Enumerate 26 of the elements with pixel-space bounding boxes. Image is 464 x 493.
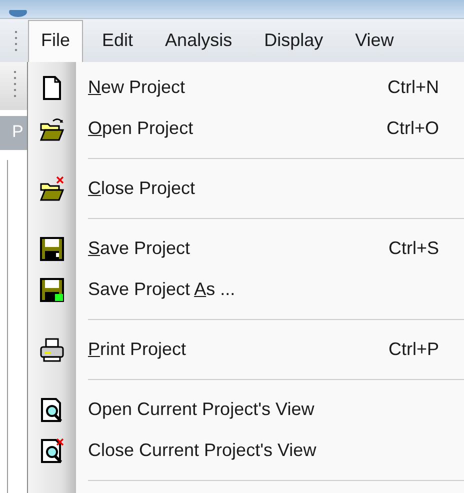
floppy-disk-add-icon <box>39 276 65 302</box>
shortcut-text: Ctrl+O <box>386 118 439 139</box>
menu-item[interactable]: Open Current Project's View <box>28 389 464 430</box>
menu-bar-item[interactable]: Analysis <box>152 20 246 62</box>
menu-item[interactable]: Save Project Ctrl+S <box>28 228 464 269</box>
menu-bar-item[interactable]: Edit <box>89 20 146 62</box>
grip-handle-icon[interactable] <box>13 70 17 98</box>
open-folder-icon <box>39 116 65 142</box>
menu-item[interactable]: Close Current Project's View <box>28 430 464 471</box>
shortcut-text: Ctrl+N <box>387 77 439 98</box>
menu-item[interactable]: Print Project Ctrl+P <box>28 329 464 370</box>
shortcut-text: Ctrl+S <box>388 238 439 259</box>
folder-close-icon <box>39 176 65 202</box>
grip-handle-icon[interactable] <box>14 30 18 52</box>
app-icon <box>8 10 28 18</box>
menu-item[interactable]: Close Project <box>28 168 464 209</box>
menu-item[interactable]: New Project Ctrl+N <box>28 67 464 108</box>
menu-item[interactable]: Save Project As ... <box>28 269 464 310</box>
menu-item[interactable]: Open Project Ctrl+O <box>28 108 464 149</box>
shortcut-text: Ctrl+P <box>388 339 439 360</box>
menu-bar-item[interactable]: File <box>28 20 84 62</box>
page-magnifier-close-icon <box>39 438 65 464</box>
menu-bar-item[interactable]: View <box>342 20 407 62</box>
menu-bar-item[interactable]: Display <box>251 20 336 62</box>
page-magnifier-icon <box>39 396 65 422</box>
printer-icon <box>39 336 65 362</box>
